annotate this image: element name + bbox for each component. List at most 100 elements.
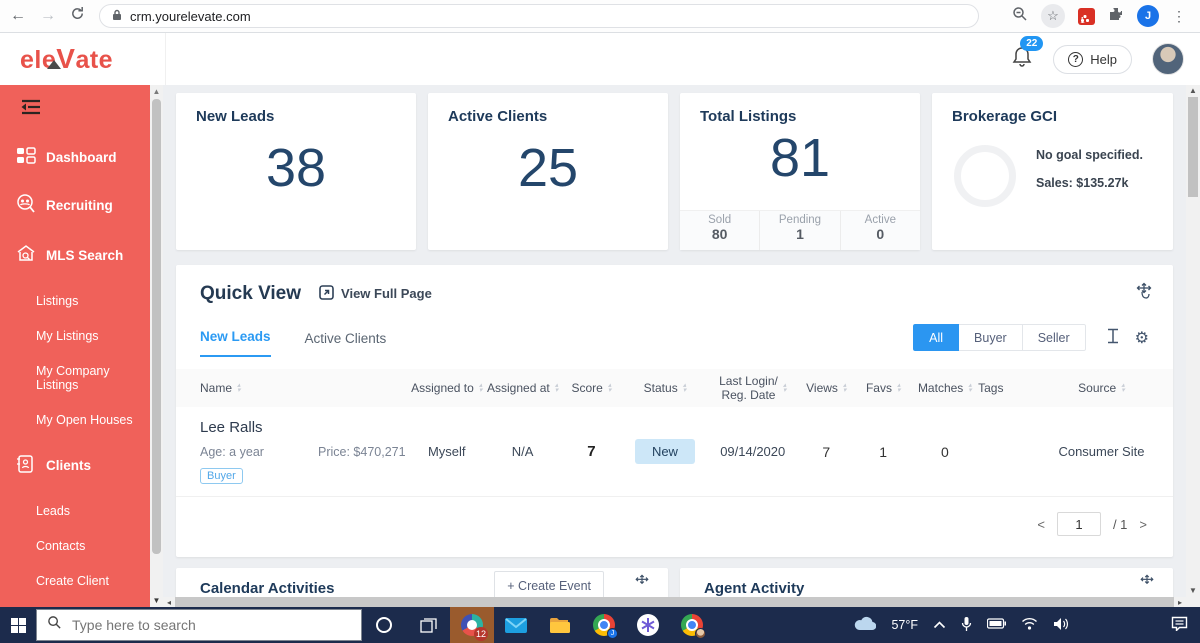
task-view-button[interactable] [406,607,450,643]
row-height-icon[interactable] [1106,328,1120,349]
user-avatar[interactable] [1152,43,1184,75]
back-icon[interactable]: ← [10,8,26,24]
microphone-icon[interactable] [961,616,972,635]
extensions-puzzle-icon[interactable] [1108,6,1124,27]
url-text: crm.yourelevate.com [130,9,251,24]
zoom-out-icon[interactable] [1012,6,1028,27]
lead-name[interactable]: Lee Ralls [200,419,409,436]
address-bar[interactable]: crm.yourelevate.com [99,4,979,28]
folder-icon [549,617,571,634]
pagination: < / 1 > [176,497,1173,536]
battery-icon[interactable] [987,618,1006,632]
scroll-left-icon[interactable]: ◂ [163,598,175,607]
drag-move-icon[interactable] [634,574,650,595]
sidebar-item-my-company-listings[interactable]: My Company Listings [0,364,150,392]
elevate-logo[interactable]: eleVate [0,33,166,85]
lead-price: Price: $470,271 [318,445,406,459]
table-settings-gear-icon[interactable]: ⚙ [1135,331,1149,347]
card-value: 38 [176,137,416,199]
sidebar-item-create-client[interactable]: Create Client [0,574,150,588]
sort-icon[interactable]: ▴▾ [608,383,612,393]
forward-icon[interactable]: → [40,8,56,24]
stat-card-total-listings: Total Listings 81 Sold 80 Pending 1 Acti… [680,93,920,250]
table-header: Name▴▾ Assigned to▴▾ Assigned at▴▾ Score… [176,369,1173,407]
pinned-extension-icon[interactable]: 1 [1078,8,1095,25]
sort-icon[interactable]: ▴▾ [237,383,241,393]
drag-move-icon[interactable] [1135,282,1153,305]
chrome-profile2-button[interactable] [670,607,714,643]
sort-icon[interactable]: ▴▾ [683,383,687,393]
scroll-up-icon[interactable]: ▲ [1186,86,1200,95]
app-header: eleVate 22 ? Help [0,33,1200,85]
weather-cloud-icon[interactable] [854,616,876,634]
tab-active-clients[interactable]: Active Clients [305,331,387,357]
sidebar-item-my-open-houses[interactable]: My Open Houses [0,413,150,427]
sort-icon[interactable]: ▴▾ [968,383,972,393]
tray-chevron-icon[interactable] [933,618,946,632]
sidebar-scroll-down-icon[interactable]: ▼ [150,596,163,605]
filter-all-button[interactable]: All [913,324,959,351]
browser-profile-avatar[interactable]: J [1137,5,1159,27]
main-content: New Leads 38 Active Clients 25 Total Lis… [163,85,1186,597]
horizontal-scrollbar[interactable]: ◂ ▸ [163,597,1186,607]
sidebar-item-listings[interactable]: Listings [0,294,150,308]
sidebar-item-mls-search[interactable]: MLS Search [0,244,150,267]
page-total: / 1 [1113,517,1127,532]
notifications-bell-icon[interactable]: 22 [1011,45,1033,74]
sidebar-item-clients[interactable]: Clients [0,454,150,477]
drag-move-icon[interactable] [1139,574,1155,595]
sidebar-scrollbar[interactable]: ▲ ▼ [150,85,163,607]
mail-app-button[interactable] [494,607,538,643]
filter-buyer-button[interactable]: Buyer [959,324,1023,351]
scroll-down-icon[interactable]: ▼ [1186,586,1200,595]
temperature-text[interactable]: 57°F [891,618,918,632]
taskbar-search-input[interactable] [72,617,351,633]
sort-icon[interactable]: ▴▾ [555,383,559,393]
card-title: New Leads [176,93,416,125]
sidebar-item-dashboard[interactable]: Dashboard [0,147,150,167]
scroll-right-icon[interactable]: ▸ [1174,598,1186,607]
sort-icon[interactable]: ▴▾ [897,383,901,393]
sort-icon[interactable]: ▴▾ [479,383,483,393]
sort-icon[interactable]: ▴▾ [843,383,847,393]
sidebar-item-my-listings[interactable]: My Listings [0,329,150,343]
bookmark-star-icon[interactable]: ☆ [1041,4,1065,28]
browser-menu-icon[interactable]: ⋮ [1172,8,1186,25]
sidebar-item-recruiting[interactable]: Recruiting [0,194,150,217]
page-input[interactable] [1057,512,1101,536]
chrome-avatar-badge [695,628,706,639]
card-value: 81 [680,127,920,189]
refresh-icon[interactable] [70,6,85,26]
purple-app-button[interactable] [626,607,670,643]
create-event-button[interactable]: + Create Event [494,571,604,597]
vertical-scrollbar[interactable]: ▲ ▼ [1186,85,1200,607]
sort-icon[interactable]: ▴▾ [783,383,787,393]
start-button[interactable] [0,618,36,633]
horizontal-scrollbar-thumb[interactable] [175,597,1174,607]
logo-triangle [47,60,61,69]
view-full-page-link[interactable]: View Full Page [319,285,432,303]
assigned-at-cell: N/A [485,444,561,459]
taskbar-search-box[interactable] [36,609,362,641]
sidebar-scrollbar-thumb[interactable] [152,99,161,554]
sidebar-item-contacts[interactable]: Contacts [0,539,150,553]
sort-icon[interactable]: ▴▾ [1121,383,1125,393]
chrome-profile1-button[interactable]: J [582,607,626,643]
wifi-icon[interactable] [1021,617,1038,633]
crm-app-button[interactable]: 12 [450,607,494,643]
prev-page-icon[interactable]: < [1037,517,1045,532]
volume-icon[interactable] [1053,617,1069,634]
tab-new-leads[interactable]: New Leads [200,329,271,357]
action-center-icon[interactable] [1171,616,1188,634]
next-page-icon[interactable]: > [1139,517,1147,532]
file-explorer-button[interactable] [538,607,582,643]
cortana-button[interactable] [362,607,406,643]
chrome-profile-badge: J [607,628,618,639]
sidebar-item-leads[interactable]: Leads [0,504,150,518]
vertical-scrollbar-thumb[interactable] [1188,97,1198,197]
help-button[interactable]: ? Help [1053,45,1132,74]
table-row[interactable]: Lee Ralls Age: a yearPrice: $470,271 Buy… [176,407,1173,497]
sidebar-scroll-up-icon[interactable]: ▲ [150,87,163,96]
sidebar-collapse-icon[interactable] [20,99,150,120]
filter-seller-button[interactable]: Seller [1023,324,1086,351]
